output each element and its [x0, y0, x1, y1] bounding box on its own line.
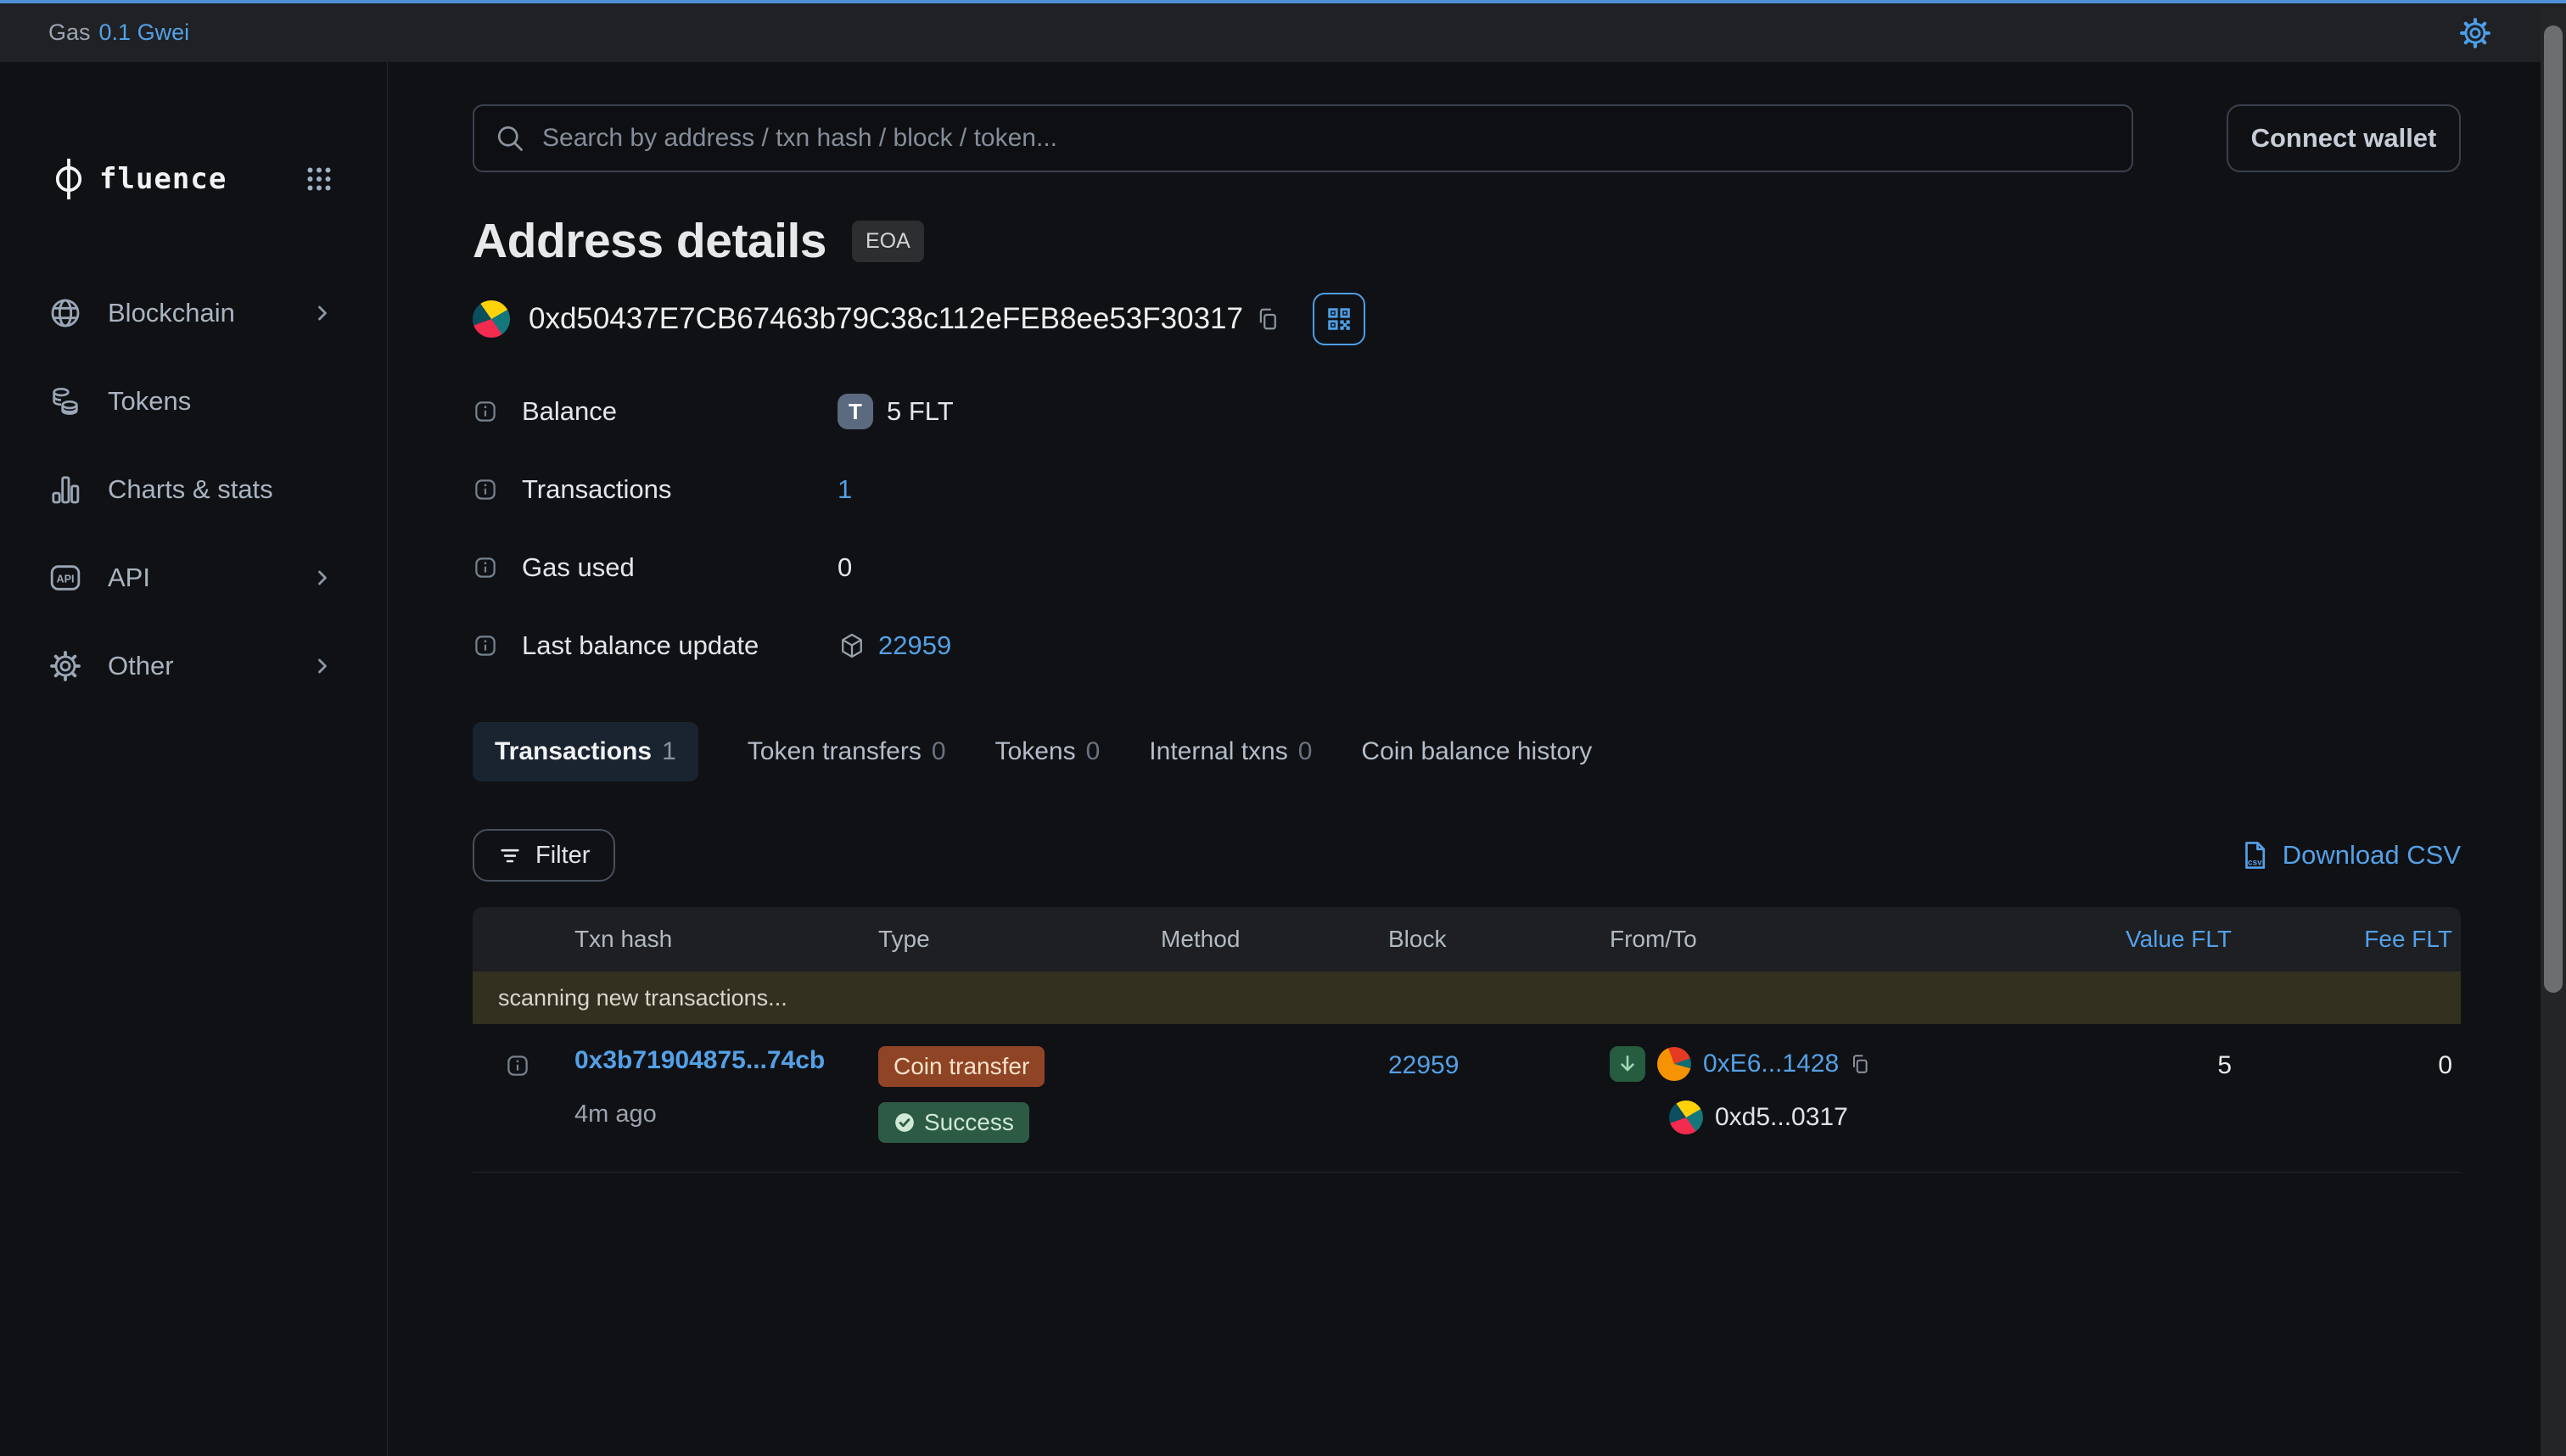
tab-token-transfers[interactable]: Token transfers0 [748, 737, 946, 766]
col-value: Value FLT [2051, 926, 2240, 953]
incoming-arrow-icon [1610, 1046, 1645, 1082]
page-title: Address details [473, 213, 826, 269]
fluence-logo-icon[interactable] [48, 157, 89, 201]
gas-tracker: Gas 0.1 Gwei [48, 20, 189, 46]
table-header-row: Txn hash Type Method Block From/To Value… [473, 907, 2461, 972]
settings-gear-icon[interactable] [2459, 17, 2491, 49]
globe-icon [48, 296, 82, 330]
transactions-count-link[interactable]: 1 [838, 474, 852, 505]
apps-grid-icon[interactable] [304, 164, 334, 194]
filter-icon [498, 843, 522, 867]
check-circle-icon [894, 1112, 916, 1134]
txn-fee: 0 [2240, 1046, 2461, 1080]
to-address: 0xd5...0317 [1715, 1103, 1848, 1132]
gas-used-value: 0 [838, 552, 852, 583]
col-from-to: From/To [1572, 926, 2051, 953]
gear-icon [48, 649, 82, 683]
topbar: Gas 0.1 Gwei [0, 0, 2566, 62]
info-icon[interactable] [473, 633, 498, 658]
gas-value: 0.1 Gwei [99, 20, 190, 46]
tab-tokens[interactable]: Tokens0 [995, 737, 1101, 766]
info-icon[interactable] [473, 399, 498, 424]
tab-transactions[interactable]: Transactions1 [473, 722, 698, 781]
qr-code-button[interactable] [1313, 293, 1365, 345]
sidebar: fluence Blockchain [0, 62, 388, 1456]
txn-status-badge: Success [878, 1102, 1029, 1143]
detail-row-transactions: Transactions 1 [473, 468, 2461, 512]
detail-label: Gas used [522, 552, 838, 583]
scrollbar[interactable] [2541, 7, 2566, 1456]
bar-chart-icon [48, 473, 82, 507]
token-icon: T [838, 394, 873, 429]
sidebar-item-charts-stats[interactable]: Charts & stats [48, 462, 334, 517]
balance-value: 5 FLT [887, 396, 954, 427]
txn-hash-link[interactable]: 0x3b71904875...74cb [574, 1046, 825, 1074]
coins-icon [48, 384, 82, 418]
sidebar-item-label: Other [108, 651, 174, 681]
tab-internal-txns[interactable]: Internal txns0 [1149, 737, 1312, 766]
info-icon[interactable] [473, 477, 498, 502]
txn-value: 5 [2051, 1046, 2240, 1080]
copy-address-icon[interactable] [1255, 306, 1280, 332]
chevron-right-icon [311, 566, 334, 590]
filter-button[interactable]: Filter [473, 829, 615, 882]
chevron-right-icon [311, 654, 334, 678]
csv-file-icon: csv [2238, 839, 2271, 871]
gas-label: Gas [48, 20, 91, 46]
address-avatar [473, 300, 510, 338]
col-type: Type [854, 926, 1139, 953]
txn-block-link[interactable]: 22959 [1388, 1051, 1459, 1079]
detail-label: Transactions [522, 474, 838, 505]
svg-text:csv: csv [2248, 858, 2262, 867]
api-icon: API [48, 561, 82, 595]
detail-row-balance: Balance T 5 FLT [473, 389, 2461, 434]
sidebar-item-api[interactable]: API API [48, 551, 334, 605]
sidebar-item-blockchain[interactable]: Blockchain [48, 286, 334, 340]
table-row: 0x3b71904875...74cb 4m ago Coin transfer [473, 1024, 2461, 1173]
sidebar-item-label: API [108, 563, 150, 593]
tab-coin-balance-history[interactable]: Coin balance history [1361, 737, 1592, 766]
last-balance-update-block-link[interactable]: 22959 [878, 630, 951, 661]
address-details-list: Balance T 5 FLT Transactions 1 [473, 389, 2461, 668]
sidebar-nav: Blockchain Tokens [48, 286, 334, 693]
txn-info-icon[interactable] [505, 1053, 530, 1078]
chevron-right-icon [311, 301, 334, 325]
sidebar-item-label: Blockchain [108, 298, 235, 328]
svg-text:API: API [56, 574, 74, 585]
sidebar-item-tokens[interactable]: Tokens [48, 374, 334, 428]
col-txn-hash: Txn hash [553, 926, 854, 953]
info-icon[interactable] [473, 555, 498, 580]
to-avatar [1669, 1100, 1703, 1134]
from-avatar [1657, 1047, 1691, 1081]
transactions-table: Txn hash Type Method Block From/To Value… [473, 907, 2461, 1173]
address-hash: 0xd50437E7CB67463b79C38c112eFEB8ee53F303… [529, 302, 1243, 336]
search-icon [495, 123, 525, 154]
download-csv-link[interactable]: csv Download CSV [2238, 839, 2461, 871]
scanning-banner: scanning new transactions... [473, 972, 2461, 1024]
address-type-badge: EOA [852, 221, 924, 262]
main-content: Connect wallet Address details EOA 0xd50… [388, 62, 2566, 1456]
search-input[interactable] [542, 124, 2111, 153]
search-box[interactable] [473, 104, 2133, 172]
detail-row-last-balance-update: Last balance update 22959 [473, 624, 2461, 668]
sidebar-item-label: Tokens [108, 386, 191, 417]
col-fee: Fee FLT [2240, 926, 2461, 953]
col-block: Block [1364, 926, 1572, 953]
scrollbar-thumb[interactable] [2544, 25, 2563, 993]
sidebar-item-label: Charts & stats [108, 474, 273, 505]
detail-label: Balance [522, 396, 838, 427]
connect-wallet-button[interactable]: Connect wallet [2227, 104, 2461, 172]
copy-from-address-icon[interactable] [1849, 1053, 1871, 1075]
col-method: Method [1139, 926, 1364, 953]
tab-bar: Transactions1 Token transfers0 Tokens0 I… [473, 722, 2461, 781]
sidebar-item-other[interactable]: Other [48, 639, 334, 693]
txn-type-badge: Coin transfer [878, 1046, 1045, 1087]
txn-age: 4m ago [574, 1100, 854, 1128]
detail-label: Last balance update [522, 630, 838, 661]
block-cube-icon [838, 631, 866, 660]
detail-row-gas-used: Gas used 0 [473, 546, 2461, 590]
from-address-link[interactable]: 0xE6...1428 [1703, 1050, 1839, 1078]
brand-name[interactable]: fluence [99, 162, 227, 196]
